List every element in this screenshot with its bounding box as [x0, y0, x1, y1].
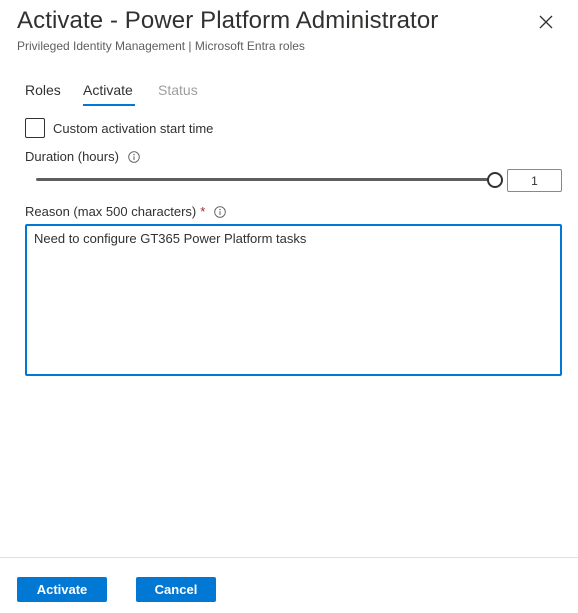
close-icon	[539, 15, 553, 29]
info-icon[interactable]	[214, 206, 227, 218]
footer-divider	[0, 557, 578, 558]
custom-start-row: Custom activation start time	[25, 118, 213, 138]
duration-slider-track[interactable]	[36, 178, 494, 181]
tab-roles[interactable]: Roles	[25, 80, 61, 100]
info-icon[interactable]	[128, 151, 140, 163]
custom-start-checkbox[interactable]	[25, 118, 45, 138]
required-marker: *	[200, 204, 206, 219]
page-title: Activate - Power Platform Administrator	[17, 7, 439, 34]
custom-start-label[interactable]: Custom activation start time	[53, 121, 213, 136]
duration-input[interactable]: 1	[507, 169, 562, 192]
reason-textarea[interactable]: Need to configure GT365 Power Platform t…	[25, 224, 562, 376]
tab-status: Status	[158, 82, 198, 98]
activation-panel: Activate - Power Platform Administrator …	[0, 0, 578, 613]
tab-selected-indicator	[83, 104, 135, 106]
duration-label-row: Duration (hours)	[25, 148, 140, 166]
reason-label-row: Reason (max 500 characters) *	[25, 203, 227, 221]
close-button[interactable]	[534, 10, 558, 34]
duration-slider-thumb[interactable]	[487, 172, 503, 188]
activate-button[interactable]: Activate	[17, 577, 107, 602]
tab-activate[interactable]: Activate	[83, 80, 133, 100]
reason-label: Reason (max 500 characters)	[25, 204, 197, 219]
duration-label: Duration (hours)	[25, 149, 119, 164]
page-subtitle: Privileged Identity Management | Microso…	[17, 39, 305, 53]
cancel-button[interactable]: Cancel	[136, 577, 216, 602]
